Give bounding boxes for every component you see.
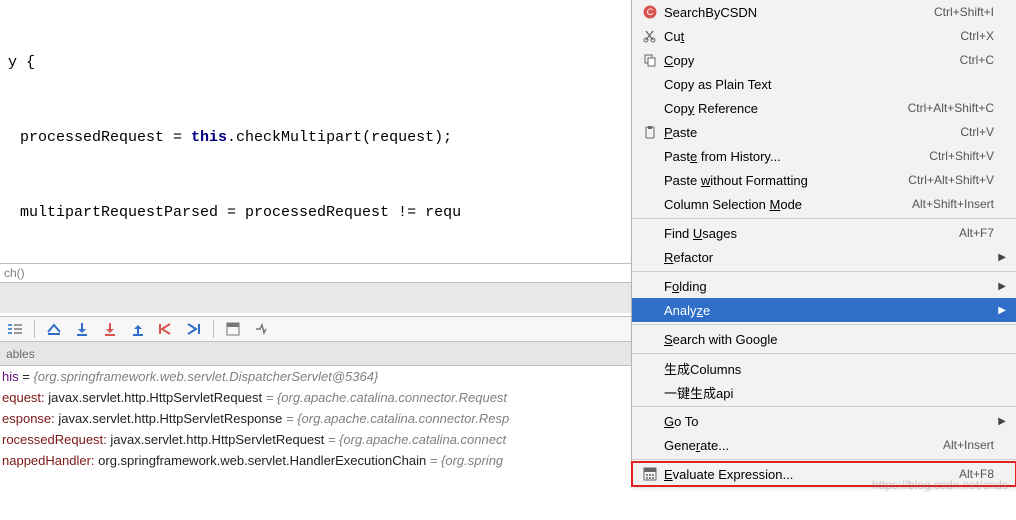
menu-item[interactable]: CopyCtrl+C — [632, 48, 1016, 72]
menu-item[interactable]: Refactor▶ — [632, 245, 1016, 269]
menu-item[interactable]: Evaluate Expression...Alt+F8 — [632, 462, 1016, 486]
step-out-icon[interactable] — [129, 320, 147, 338]
menu-item-label: Search with Google — [660, 332, 994, 347]
menu-item-shortcut: Ctrl+X — [960, 29, 994, 43]
menu-item-shortcut: Ctrl+V — [960, 125, 994, 139]
evaluate-icon[interactable] — [224, 320, 242, 338]
menu-item-shortcut: Alt+Insert — [943, 438, 994, 452]
menu-separator — [632, 406, 1016, 407]
force-step-into-icon[interactable] — [101, 320, 119, 338]
separator — [213, 320, 214, 338]
menu-item-label: SearchByCSDN — [660, 5, 934, 20]
menu-item-shortcut: Ctrl+Shift+I — [934, 5, 994, 19]
menu-item-label: Generate... — [660, 438, 943, 453]
csdn-icon: C — [640, 5, 660, 19]
svg-text:C: C — [647, 7, 654, 17]
menu-item[interactable]: Analyze▶ — [632, 298, 1016, 322]
menu-item-shortcut: Ctrl+Alt+Shift+V — [908, 173, 994, 187]
menu-item-label: Copy — [660, 53, 960, 68]
calc-icon — [640, 467, 660, 481]
menu-item[interactable]: Copy ReferenceCtrl+Alt+Shift+C — [632, 96, 1016, 120]
submenu-arrow-icon: ▶ — [994, 416, 1006, 427]
menu-item-label: Find Usages — [660, 226, 959, 241]
menu-item[interactable]: Folding▶ — [632, 274, 1016, 298]
paste-icon — [640, 125, 660, 139]
menu-item[interactable]: PasteCtrl+V — [632, 120, 1016, 144]
menu-item-label: 生成Columns — [660, 359, 994, 378]
menu-separator — [632, 218, 1016, 219]
menu-item-label: Paste — [660, 125, 960, 140]
step-into-icon[interactable] — [73, 320, 91, 338]
submenu-arrow-icon: ▶ — [994, 281, 1006, 292]
menu-item[interactable]: Paste from History...Ctrl+Shift+V — [632, 144, 1016, 168]
menu-item-label: Analyze — [660, 303, 994, 318]
submenu-arrow-icon: ▶ — [994, 252, 1006, 263]
menu-item-shortcut: Alt+F7 — [959, 226, 994, 240]
run-to-cursor-icon[interactable] — [185, 320, 203, 338]
menu-item[interactable]: 生成Columns — [632, 356, 1016, 380]
menu-separator — [632, 271, 1016, 272]
copy-icon — [640, 53, 660, 67]
menu-item[interactable]: CutCtrl+X — [632, 24, 1016, 48]
menu-item-shortcut: Alt+F8 — [959, 467, 994, 481]
menu-item-label: 一键生成api — [660, 383, 994, 402]
menu-item-label: Paste without Formatting — [660, 173, 908, 188]
drop-frame-icon[interactable] — [157, 320, 175, 338]
menu-item-shortcut: Alt+Shift+Insert — [912, 197, 994, 211]
step-over-icon[interactable] — [45, 320, 63, 338]
menu-item[interactable]: Search with Google — [632, 327, 1016, 351]
menu-item-label: Paste from History... — [660, 149, 929, 164]
menu-item[interactable]: Generate...Alt+Insert — [632, 433, 1016, 457]
breadcrumb-text: ch() — [4, 266, 25, 280]
menu-item-label: Copy as Plain Text — [660, 77, 994, 92]
menu-item-shortcut: Ctrl+C — [960, 53, 994, 67]
menu-separator — [632, 324, 1016, 325]
menu-item[interactable]: Copy as Plain Text — [632, 72, 1016, 96]
menu-item-label: Copy Reference — [660, 101, 908, 116]
menu-item[interactable]: Column Selection ModeAlt+Shift+Insert — [632, 192, 1016, 216]
menu-item-label: Evaluate Expression... — [660, 467, 959, 482]
menu-separator — [632, 459, 1016, 460]
menu-item[interactable]: Find UsagesAlt+F7 — [632, 221, 1016, 245]
menu-item-label: Refactor — [660, 250, 994, 265]
menu-item-label: Column Selection Mode — [660, 197, 912, 212]
submenu-arrow-icon: ▶ — [994, 305, 1006, 316]
separator — [34, 320, 35, 338]
menu-item-label: Go To — [660, 414, 994, 429]
variables-header-label: ables — [6, 347, 35, 361]
menu-item-label: Folding — [660, 279, 994, 294]
menu-item-label: Cut — [660, 29, 960, 44]
menu-item[interactable]: C SearchByCSDNCtrl+Shift+I — [632, 0, 1016, 24]
menu-item[interactable]: 一键生成api — [632, 380, 1016, 404]
menu-separator — [632, 353, 1016, 354]
menu-item[interactable]: Paste without FormattingCtrl+Alt+Shift+V — [632, 168, 1016, 192]
stack-icon[interactable] — [6, 320, 24, 338]
context-menu: CSearchByCSDNCtrl+Shift+ICutCtrl+XCopyCt… — [631, 0, 1016, 486]
cut-icon — [640, 29, 660, 43]
menu-item-shortcut: Ctrl+Shift+V — [929, 149, 994, 163]
menu-item-shortcut: Ctrl+Alt+Shift+C — [908, 101, 994, 115]
trace-icon[interactable] — [252, 320, 270, 338]
menu-item[interactable]: Go To▶ — [632, 409, 1016, 433]
